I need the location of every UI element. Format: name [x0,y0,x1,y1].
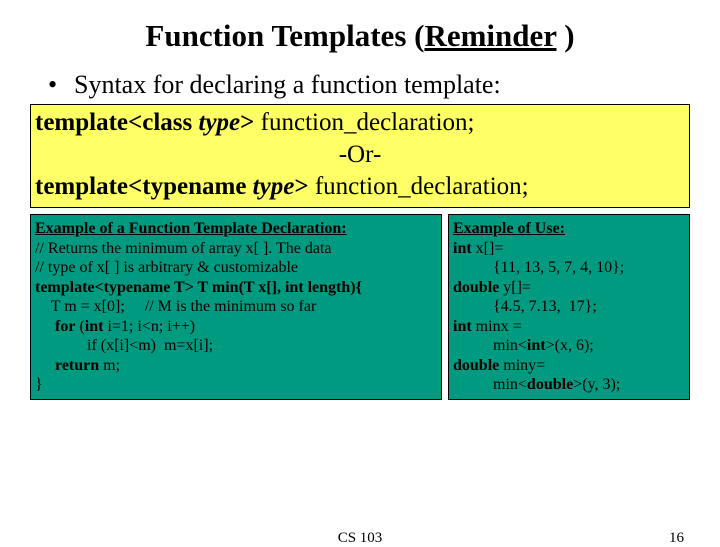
kw-template-typename: template<typename [35,173,253,200]
decl-line-3: template<typename T> T min(T x[], int le… [35,278,437,298]
decl-line-6: if (x[i]<m) m=x[i]; [35,336,437,356]
ret-m: m; [99,357,120,374]
loop-rest: i=1; i<n; i++) [103,318,195,335]
decl-line-2: // type of x[ ] is arbitrary & customiza… [35,258,437,278]
type-italic-1: type [199,109,241,136]
footer-page-number: 16 [669,530,684,547]
syntax-line-1: template<class type> function_declaratio… [35,107,685,139]
syntax-line-2: template<typename type> function_declara… [35,171,685,203]
close-angle-1: > [240,109,261,136]
y-decl: y[]= [499,279,531,296]
min-t-int: int [527,337,546,354]
x-decl: x[]= [472,240,504,257]
bullet-text: Syntax for declaring a function template… [74,70,501,99]
func-decl-2: function_declaration; [315,173,529,200]
decl-line-1: // Returns the minimum of array x[ ]. Th… [35,239,437,259]
syntax-or: -Or- [35,139,685,171]
use-line-7: double miny= [453,356,685,376]
min-call-2c: >(y, 3); [573,376,620,393]
paren: ( [75,318,84,335]
decl-line-4: T m = x[0]; // M is the minimum so far [35,297,437,317]
type-italic-2: type [253,173,295,200]
kw-double-y: double [453,279,499,296]
use-line-6: min<int>(x, 6); [453,336,685,356]
close-angle-2: > [294,173,315,200]
example-row: Example of a Function Template Declarati… [30,214,690,400]
example-use-header: Example of Use: [453,219,685,239]
kw-double-miny: double [453,357,499,374]
use-line-8: min<double>(y, 3); [453,375,685,395]
use-line-3: double y[]= [453,278,685,298]
pad7 [35,357,55,374]
footer-course: CS 103 [338,530,383,547]
syntax-box: template<class type> function_declaratio… [30,104,690,208]
decl-line-8: } [35,375,437,395]
func-decl-1: function_declaration; [261,109,475,136]
kw-return: return [55,357,99,374]
min-call-1c: >(x, 6); [546,337,594,354]
min-call-1a: min< [453,337,527,354]
use-line-1: int x[]= [453,239,685,259]
decl-line-5: for (int i=1; i<n; i++) [35,317,437,337]
title-prefix: Function Templates ( [145,18,424,53]
decl-sig: template<typename T> T min(T x[], int le… [35,279,362,296]
kw-int-x: int [453,240,472,257]
decl-line-7: return m; [35,356,437,376]
title-underlined: Reminder [424,18,556,53]
min-t-double: double [527,376,573,393]
kw-int-minx: int [453,318,472,335]
bullet-line: •Syntax for declaring a function templat… [0,62,720,100]
example-decl-header: Example of a Function Template Declarati… [35,219,437,239]
pad5 [35,318,55,335]
example-use-box: Example of Use: int x[]= {11, 13, 5, 7, … [448,214,690,400]
use-line-5: int minx = [453,317,685,337]
miny-decl: miny= [499,357,545,374]
kw-for: for [55,318,75,335]
min-call-2a: min< [453,376,527,393]
title-suffix: ) [556,18,574,53]
minx-decl: minx = [472,318,522,335]
use-line-4: {4.5, 7.13, 17}; [453,297,685,317]
example-declaration-box: Example of a Function Template Declarati… [30,214,442,400]
use-line-2: {11, 13, 5, 7, 4, 10}; [453,258,685,278]
kw-int: int [85,318,104,335]
slide-title: Function Templates (Reminder ) [0,0,720,62]
bullet-glyph: • [48,70,74,100]
kw-template-class: template<class [35,109,199,136]
